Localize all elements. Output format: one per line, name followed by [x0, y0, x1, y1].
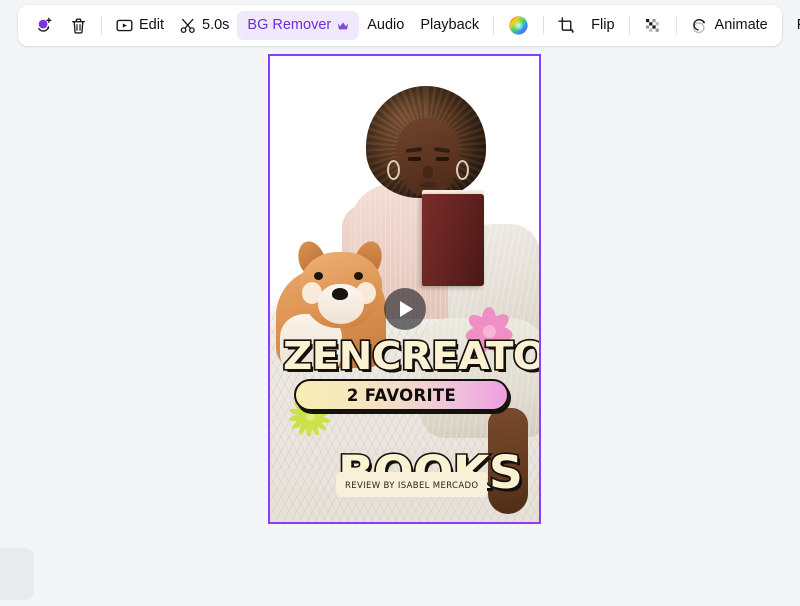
trash-icon [70, 17, 87, 35]
magic-effects-icon [35, 16, 54, 35]
animate-icon [691, 17, 709, 35]
audio-button[interactable]: Audio [359, 11, 412, 40]
position-button[interactable]: Position [789, 11, 800, 40]
color-button[interactable] [500, 11, 537, 40]
audio-label: Audio [367, 17, 405, 34]
photo-person-eye-left [408, 157, 421, 161]
crown-icon [337, 21, 349, 31]
scissors-icon [180, 18, 196, 34]
duration-label: 5.0s [202, 17, 230, 34]
photo-dog-nose [332, 288, 348, 300]
trim-duration-button[interactable]: 5.0s [172, 11, 237, 40]
toolbar-divider [543, 16, 545, 35]
transparency-icon [644, 17, 662, 35]
crop-button[interactable] [550, 11, 583, 40]
playback-button[interactable]: Playback [412, 11, 487, 40]
delete-button[interactable] [62, 11, 95, 40]
video-edit-icon [116, 18, 133, 33]
color-wheel-icon [508, 15, 529, 36]
photo-book [422, 194, 484, 286]
magic-effects-button[interactable] [27, 11, 62, 40]
photo-dog-eye-left [314, 272, 323, 280]
toolbar-divider [493, 16, 495, 35]
toolbar-divider [101, 16, 102, 35]
canvas-selection-frame[interactable]: ZENCREATOR 2 FAVORITE [268, 54, 541, 524]
toolbar-divider [781, 16, 783, 35]
toolbar-divider [628, 16, 630, 35]
photo-person-eye-right [436, 157, 449, 161]
photo-person-lips [420, 182, 437, 188]
animate-label: Animate [714, 17, 768, 34]
animate-button[interactable]: Animate [683, 11, 776, 40]
flip-label: Flip [591, 17, 615, 34]
edit-button[interactable]: Edit [108, 11, 172, 40]
photo-person-foot [488, 408, 528, 514]
photo-person-earring-right [456, 160, 469, 180]
edit-label: Edit [139, 17, 164, 34]
bg-remover-label: BG Remover [247, 17, 332, 34]
play-triangle-icon [400, 301, 413, 317]
design-canvas[interactable]: ZENCREATOR 2 FAVORITE [268, 54, 541, 524]
bottom-left-panel[interactable] [0, 548, 34, 600]
play-button[interactable] [383, 288, 426, 330]
photo-person-earring-left [387, 160, 400, 180]
bg-remover-button[interactable]: BG Remover [237, 11, 360, 40]
transparency-button[interactable] [636, 11, 670, 40]
photo-dog-eye-right [354, 272, 363, 280]
crop-icon [558, 17, 575, 34]
playback-label: Playback [420, 17, 480, 34]
top-toolbar: Edit 5.0s BG Remover Audio Playback Flip… [18, 5, 800, 46]
toolbar-divider [675, 16, 677, 35]
photo-person-nose [423, 166, 433, 178]
flip-button[interactable]: Flip [583, 11, 622, 40]
